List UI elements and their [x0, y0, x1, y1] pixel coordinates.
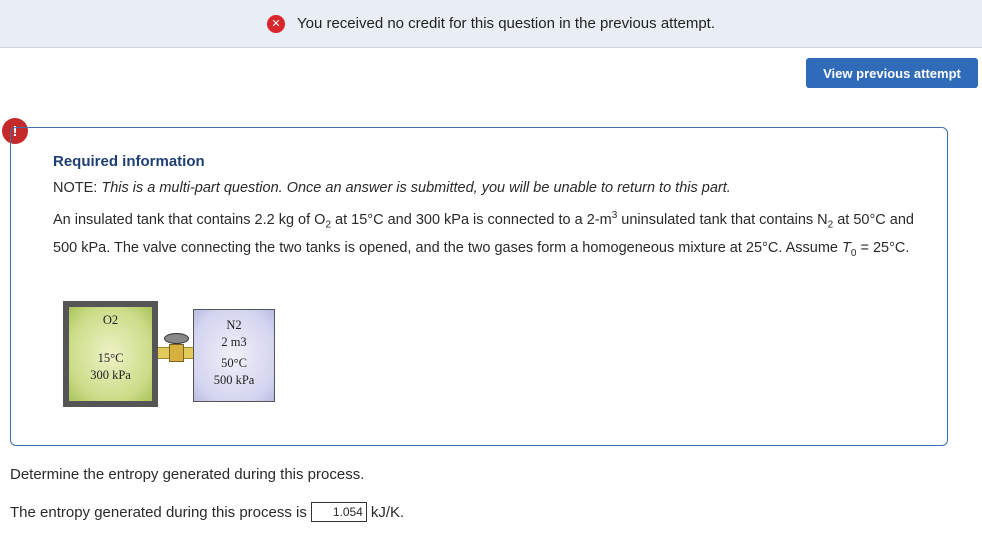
oxygen-tank: O2 15°C 300 kPa: [63, 301, 158, 407]
required-information-title: Required information: [53, 153, 205, 170]
tank1-gas-label: O2: [102, 313, 119, 327]
note-text: NOTE: This is a multi-part question. Onc…: [53, 180, 731, 196]
feedback-banner: ✕ You received no credit for this questi…: [0, 0, 982, 48]
answer-input[interactable]: 1.054: [310, 502, 367, 522]
problem-statement: An insulated tank that contains 2.2 kg o…: [53, 210, 914, 259]
answer-prefix: The entropy generated during this proces…: [10, 503, 307, 521]
valve-handle-icon: [164, 333, 189, 344]
required-information-panel: Required information NOTE: This is a mul…: [10, 127, 948, 446]
valve: [169, 344, 184, 362]
question-text: Determine the entropy generated during t…: [10, 466, 365, 483]
tank1-temp-label: 15°C: [97, 351, 124, 365]
tank2-gas-label: N2: [226, 318, 242, 332]
incorrect-icon: ✕: [266, 14, 285, 33]
tank2-pressure-label: 500 kPa: [213, 373, 255, 387]
banner-message: You received no credit for this question…: [296, 15, 716, 32]
nitrogen-tank: N2 2 m3 50°C 500 kPa: [193, 309, 275, 402]
tank2-temp-label: 50°C: [221, 356, 247, 370]
tank1-pressure-label: 300 kPa: [90, 368, 131, 382]
view-previous-attempt-button[interactable]: View previous attempt: [806, 58, 978, 88]
tank2-volume-label: 2 m3: [221, 335, 247, 349]
answer-line: The entropy generated during this proces…: [10, 502, 404, 522]
answer-unit: kJ/K.: [370, 503, 405, 521]
